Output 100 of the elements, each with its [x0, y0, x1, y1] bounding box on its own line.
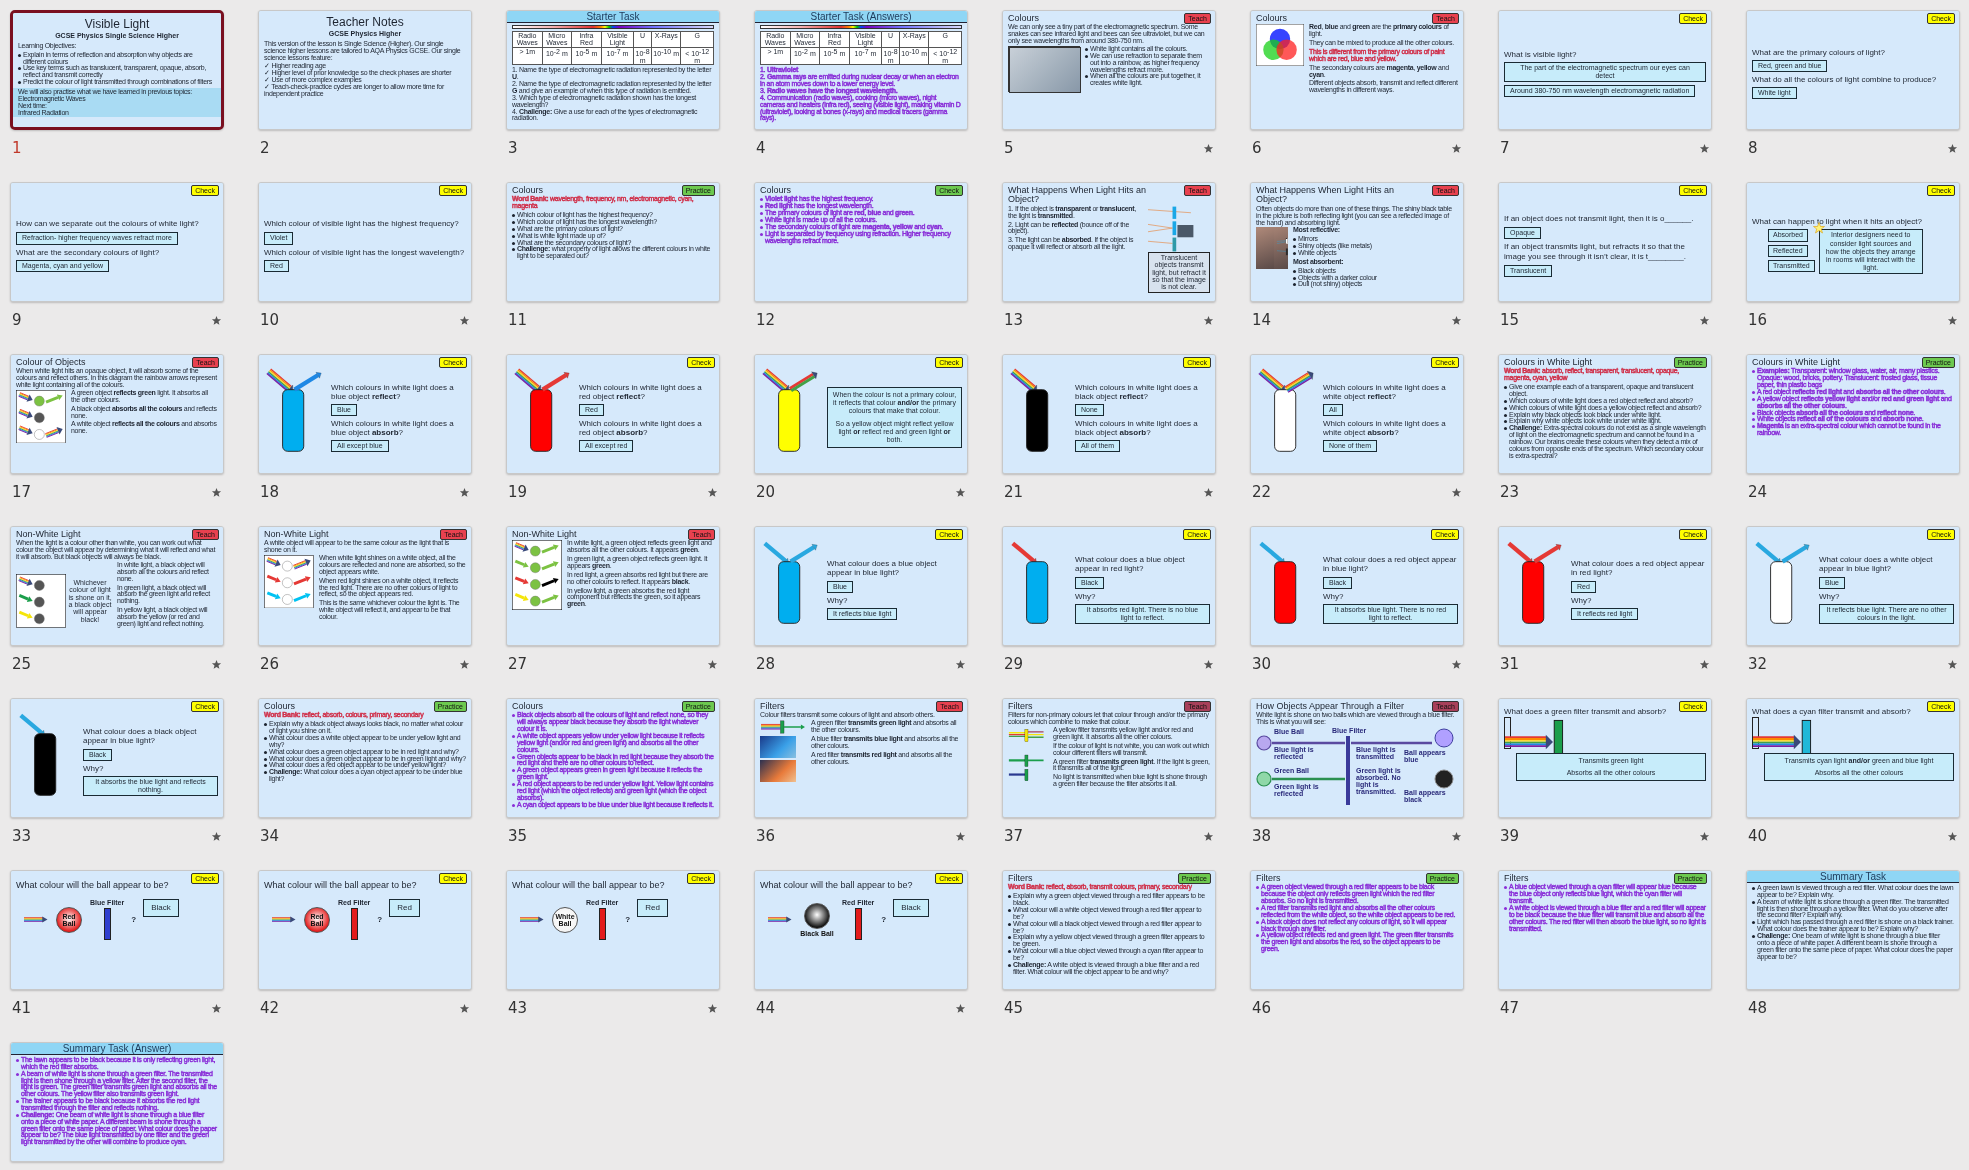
question-text: Which colours in white light does a blue object reflect?: [331, 382, 455, 401]
ball-drawing: [552, 906, 578, 933]
slide-number: 31: [1500, 655, 1520, 673]
filter-drawing: [760, 720, 806, 735]
bullet-icon: [512, 241, 515, 245]
answer-box: Red: [389, 899, 420, 917]
slide-title: Filters: [1008, 702, 1033, 712]
bullet-icon: [1008, 909, 1011, 912]
slide-number: 42: [260, 999, 280, 1017]
slide-number: 37: [1004, 827, 1024, 845]
slide-number: 46: [1252, 999, 1272, 1017]
bullet-icon: [512, 221, 515, 224]
bullet-icon: [1752, 900, 1755, 904]
slide-number: 12: [756, 311, 776, 329]
slide-title: Starter Task (Answers): [755, 11, 967, 23]
slide-number: 14: [1252, 311, 1272, 329]
answer-box: Black: [143, 899, 179, 917]
bullet-icon: [1008, 950, 1011, 954]
slide-number: 9: [12, 311, 22, 329]
slide-number: 33: [12, 827, 32, 845]
slide-thumbnail[interactable]: [10, 10, 224, 130]
slide-number: 24: [1748, 483, 1768, 501]
question-text: What do all the colours of light combine to produce?: [1752, 75, 1938, 85]
question-text: If an object does not transmit light, then it is o______.: [1504, 214, 1694, 224]
object-drawing: [1274, 561, 1297, 624]
bullet-icon: [1504, 413, 1507, 417]
question-text: Which colours in white light does a red object absorb?: [579, 419, 703, 438]
slide-number: 22: [1252, 483, 1272, 501]
slide-number: 40: [1748, 827, 1768, 845]
question-text: Why?: [1819, 591, 1841, 601]
bullet-icon: [264, 737, 267, 740]
slide-title: Filters: [1256, 874, 1281, 884]
slide-title: Summary Task (Answer): [11, 1043, 223, 1055]
slide-number: 10: [260, 311, 280, 329]
incoming-light-arrow: [1259, 541, 1285, 564]
bullet-icon: [1293, 238, 1296, 242]
bullet-icon: [1293, 283, 1296, 287]
slide-number: 39: [1500, 827, 1520, 845]
question-text: What colour does a blue object appear in red light?: [1075, 555, 1186, 574]
coloured-objects-drawing: [264, 555, 314, 609]
slide-number: 18: [260, 483, 280, 501]
slide-title: Colours in White Light: [1752, 358, 1841, 368]
coloured-objects-drawing: [16, 390, 66, 444]
slide-number: 26: [260, 655, 280, 673]
slide-number: 2: [260, 139, 270, 157]
question-text: Which colour of visible light has the longest wavelength?: [264, 247, 466, 257]
question-text: Which colour of visible light has the highest frequency?: [264, 219, 459, 229]
question-text: Why?: [827, 595, 849, 605]
question-text: If an object transmits light, but refracts it so that the image you see through it isn’t clear, it is t________.: [1504, 242, 1687, 261]
question-text: Which colours in white light does a red object reflect?: [579, 382, 703, 401]
slide-title: Teacher Notes: [325, 16, 405, 30]
object-drawing: [530, 389, 553, 452]
rainbow-arrow-icon: [520, 916, 544, 924]
filter-drawing: [103, 908, 111, 941]
question-text: Which colours in white light does a black object reflect?: [1075, 382, 1199, 401]
slide-number: 28: [756, 655, 776, 673]
slide-number: 7: [1500, 139, 1510, 157]
slide-title: Filters: [1008, 874, 1033, 884]
slide-title: Colours: [1256, 14, 1287, 24]
slide-title: Colours: [512, 186, 543, 196]
object-drawing: [778, 389, 801, 452]
bullet-icon: [1504, 399, 1507, 403]
bullet-icon: [18, 67, 21, 71]
bullet-icon: [1293, 252, 1296, 256]
question-mark: ?: [377, 915, 383, 925]
bullet-icon: [1085, 75, 1088, 79]
question-text: Why?: [1075, 591, 1097, 601]
bullet-icon: [1504, 386, 1507, 390]
slide-title: Filters: [1504, 874, 1529, 884]
bullet-icon: [512, 227, 515, 231]
question-text: What colour will the ball appear to be?: [264, 880, 418, 891]
slide-title: Starter Task: [507, 11, 719, 23]
reflected-light-arrow: [293, 372, 322, 392]
filter-drawing: [350, 908, 358, 941]
bullet-icon: [1752, 935, 1755, 938]
rainbow-arrow-icon: [272, 916, 296, 924]
reflected-light-arrow: [541, 372, 570, 392]
bullet-icon: [1504, 406, 1507, 410]
bullet-icon: [264, 750, 267, 754]
slide-number: 36: [756, 827, 776, 845]
slide-title: Summary Task: [1747, 871, 1959, 883]
bullet-icon: [264, 723, 267, 727]
reflected-light-arrow: [1533, 544, 1562, 564]
slide-title: Non-White Light: [512, 530, 577, 540]
filter-drawing: [598, 908, 606, 941]
slide-number: 11: [508, 311, 528, 329]
question-text: What colour will the ball appear to be?: [512, 880, 666, 891]
object-drawing: [1274, 389, 1297, 452]
bullet-icon: [1752, 921, 1755, 925]
photo-placeholder: [760, 760, 796, 783]
question-mark: ?: [881, 915, 887, 925]
question-text: Which colours in white light does a white object reflect?: [1323, 382, 1447, 401]
question-text: What can happen to light when it hits an object?: [1752, 217, 1923, 227]
bullet-icon: [1504, 420, 1507, 424]
slide-title: Colours: [760, 186, 791, 196]
reflected-light-arrow: [1781, 544, 1810, 564]
slide-number: 35: [508, 827, 528, 845]
object-drawing: [282, 389, 305, 452]
slide-title: Visible Light: [83, 18, 151, 32]
bullet-icon: [1008, 963, 1011, 967]
